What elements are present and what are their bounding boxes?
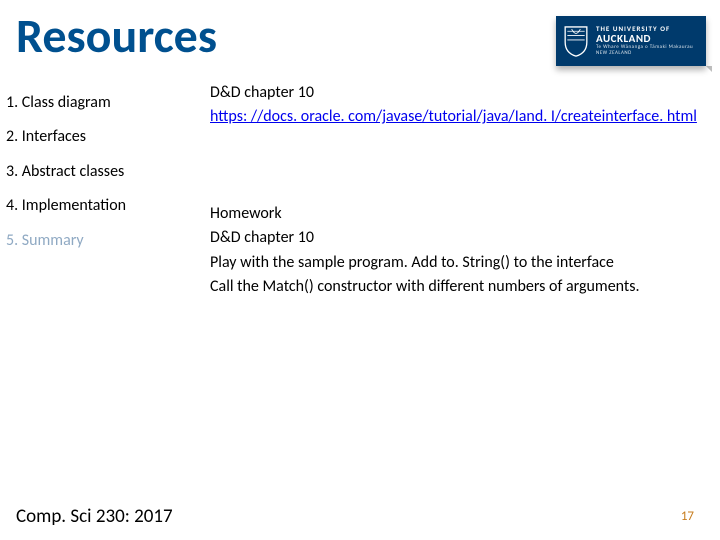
content-dd: D&D chapter 10: [210, 83, 706, 103]
nav-item-1[interactable]: 1. Class diagram: [6, 86, 190, 120]
university-logo: THE UNIVERSITY OF AUCKLAND Te Whare Wāna…: [556, 16, 706, 66]
hw-line1: D&D chapter 10: [210, 228, 706, 248]
course-footer: Comp. Sci 230: 2017: [16, 505, 173, 528]
page-number: 17: [681, 509, 694, 524]
slide-content: D&D chapter 10 https: //docs. oracle. co…: [210, 83, 706, 302]
crest-icon: [562, 23, 590, 59]
nav-list: 1. Class diagram2. Interfaces3. Abstract…: [6, 86, 190, 258]
hw-line2: Play with the sample program. Add to. St…: [210, 253, 706, 273]
nav-item-3[interactable]: 3. Abstract classes: [6, 155, 190, 189]
nav-item-2[interactable]: 2. Interfaces: [6, 120, 190, 154]
hw-title: Homework: [210, 204, 706, 224]
content-link[interactable]: https: //docs. oracle. com/javase/tutori…: [210, 107, 697, 126]
nav-item-5[interactable]: 5. Summary: [6, 224, 190, 258]
logo-line4: NEW ZEALAND: [596, 51, 693, 56]
nav-item-4[interactable]: 4. Implementation: [6, 189, 190, 223]
page-title: Resources: [16, 6, 217, 65]
logo-line2: AUCKLAND: [596, 33, 693, 45]
hw-line3: Call the Match() constructor with differ…: [210, 277, 706, 297]
